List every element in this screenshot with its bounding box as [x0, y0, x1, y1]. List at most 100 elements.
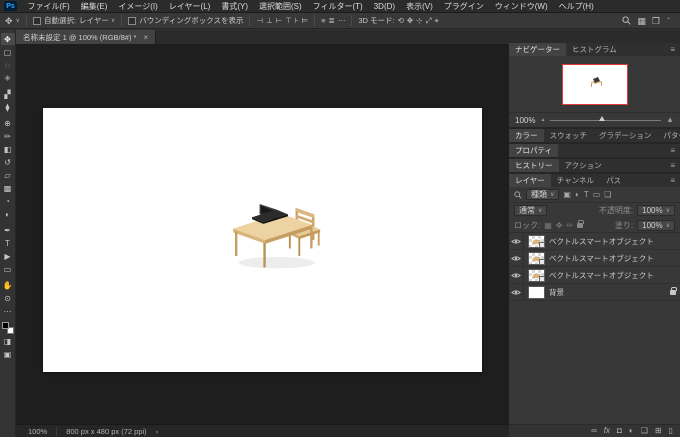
close-icon[interactable]: ×: [143, 33, 148, 42]
foreground-color-swatch[interactable]: [1, 322, 9, 329]
tab-patterns[interactable]: パターン: [657, 129, 680, 142]
menu-window[interactable]: ウィンドウ(W): [489, 0, 553, 13]
shape-tool[interactable]: ▭: [1, 263, 15, 275]
gradient-tool[interactable]: ▩: [1, 182, 15, 194]
menu-layer[interactable]: レイヤー(L): [163, 0, 216, 13]
document-tab[interactable]: 名称未設定 1 @ 100% (RGB/8#) * ×: [16, 30, 157, 44]
menu-select[interactable]: 選択範囲(S): [254, 0, 308, 13]
visibility-eye-icon[interactable]: [509, 233, 524, 249]
fill-dropdown[interactable]: 100% ∨: [637, 219, 675, 231]
3d-scale-icon[interactable]: ⌖: [434, 14, 438, 28]
tab-histogram[interactable]: ヒストグラム: [566, 43, 623, 56]
layer-name[interactable]: ベクトルスマートオブジェクト: [549, 270, 654, 281]
menu-view[interactable]: 表示(V): [401, 0, 439, 13]
healing-brush-tool[interactable]: ⊕: [1, 117, 15, 129]
layer-thumbnail[interactable]: [528, 234, 545, 248]
navigator-zoom-value[interactable]: 100%: [515, 116, 535, 125]
3d-pan-icon[interactable]: ⊹: [416, 14, 422, 28]
align-bottom-icon[interactable]: ⊨: [302, 14, 309, 28]
3d-roll-icon[interactable]: ✥: [407, 14, 413, 28]
menu-edit[interactable]: 編集(E): [75, 0, 113, 13]
tab-channels[interactable]: チャンネル: [551, 174, 600, 187]
chevron-up-icon[interactable]: ⌃: [666, 17, 671, 24]
color-swatches[interactable]: [1, 322, 14, 334]
lock-pixels-icon[interactable]: ✏: [567, 221, 574, 230]
align-left-icon[interactable]: ⊣: [256, 14, 263, 28]
visibility-eye-icon[interactable]: [509, 267, 524, 283]
slider-thumb[interactable]: [599, 115, 606, 121]
crop-tool[interactable]: ▞: [1, 88, 15, 100]
layer-name[interactable]: ベクトルスマートオブジェクト: [549, 253, 654, 264]
layer-name[interactable]: ベクトルスマートオブジェクト: [549, 236, 654, 247]
tab-swatches[interactable]: スウォッチ: [544, 129, 594, 142]
pen-tool[interactable]: ✒: [1, 224, 15, 236]
navigator-zoom-slider[interactable]: [550, 115, 662, 121]
current-tool-icon[interactable]: ✥: [5, 14, 13, 28]
filter-adjustment-icon[interactable]: ◐: [575, 190, 580, 199]
layer-effects-icon[interactable]: fx: [604, 427, 610, 435]
tab-history[interactable]: ヒストリー: [509, 159, 559, 172]
auto-select-dropdown[interactable]: レイヤー ∨: [79, 15, 115, 26]
arrange-documents-icon[interactable]: ❐: [652, 14, 660, 28]
more-align-options-icon[interactable]: ⋯: [338, 14, 346, 28]
layer-mask-icon[interactable]: ◘: [617, 427, 622, 435]
blur-tool[interactable]: ◔: [1, 195, 15, 207]
move-tool[interactable]: ✥: [0, 33, 15, 45]
tab-properties[interactable]: プロパティ: [509, 144, 559, 157]
3d-slide-icon[interactable]: ⤢: [425, 14, 431, 28]
align-center-icon[interactable]: ⊥: [266, 14, 273, 28]
layer-thumbnail[interactable]: [528, 285, 545, 299]
layer-thumbnail[interactable]: [528, 268, 545, 282]
panel-menu-icon[interactable]: ≡: [665, 43, 680, 56]
menu-plugins[interactable]: プラグイン: [438, 0, 489, 13]
filter-pixel-icon[interactable]: ▣: [563, 190, 571, 199]
status-chevron-icon[interactable]: ›: [156, 427, 159, 436]
layer-row[interactable]: ベクトルスマートオブジェクト: [509, 267, 680, 284]
menu-filter[interactable]: フィルター(T): [307, 0, 368, 13]
blend-mode-dropdown[interactable]: 通常 ∨: [514, 205, 548, 216]
history-brush-tool[interactable]: ↺: [1, 156, 15, 168]
lock-position-icon[interactable]: ✥: [556, 221, 563, 230]
lasso-tool[interactable]: ◌: [1, 59, 15, 71]
quick-mask-icon[interactable]: ◨: [1, 335, 15, 347]
filter-type-layer-icon[interactable]: T: [584, 190, 589, 199]
layer-thumbnail[interactable]: [528, 251, 545, 265]
distribute-vertical-icon[interactable]: ≣: [329, 14, 335, 28]
new-layer-icon[interactable]: ⊞: [655, 427, 662, 435]
canvas[interactable]: [43, 108, 482, 372]
search-icon[interactable]: [622, 16, 631, 25]
filter-search-icon[interactable]: [514, 190, 522, 199]
tab-color[interactable]: カラー: [509, 129, 544, 142]
panel-menu-icon[interactable]: ≡: [665, 159, 680, 172]
zoom-out-mountain-icon[interactable]: ▲: [540, 117, 545, 123]
tab-layers[interactable]: レイヤー: [509, 174, 551, 187]
menu-type[interactable]: 書式(Y): [216, 0, 254, 13]
filter-smart-object-icon[interactable]: ❏: [604, 190, 611, 199]
tab-actions[interactable]: アクション: [559, 159, 608, 172]
clone-stamp-tool[interactable]: ◧: [1, 143, 15, 155]
lock-all-icon[interactable]: [577, 219, 585, 228]
magic-wand-tool[interactable]: ✳: [1, 72, 15, 84]
edit-toolbar-icon[interactable]: ⋯: [1, 305, 15, 317]
delete-layer-icon[interactable]: ▯: [669, 427, 673, 435]
filter-shape-icon[interactable]: ▭: [593, 190, 601, 199]
layer-row[interactable]: ベクトルスマートオブジェクト: [509, 233, 680, 250]
panel-menu-icon[interactable]: ≡: [665, 144, 680, 157]
menu-3d[interactable]: 3D(D): [368, 0, 400, 13]
visibility-eye-icon[interactable]: [509, 284, 524, 300]
eraser-tool[interactable]: ▱: [1, 169, 15, 181]
visibility-eye-icon[interactable]: [509, 250, 524, 266]
type-tool[interactable]: T: [1, 237, 15, 249]
tool-preset-chevron-icon[interactable]: ∨: [16, 17, 20, 24]
layer-name[interactable]: 背景: [549, 287, 564, 298]
navigator-thumbnail[interactable]: [561, 63, 628, 105]
distribute-horizontal-icon[interactable]: ≡: [321, 14, 325, 28]
auto-select-checkbox[interactable]: [32, 16, 41, 25]
brush-tool[interactable]: ✏: [1, 130, 15, 142]
hand-tool[interactable]: ✋: [1, 279, 15, 291]
path-select-tool[interactable]: ▶: [1, 250, 15, 262]
layer-row[interactable]: ベクトルスマートオブジェクト: [509, 250, 680, 267]
tab-navigator[interactable]: ナビゲーター: [509, 43, 566, 56]
menu-image[interactable]: イメージ(I): [113, 0, 163, 13]
tab-paths[interactable]: パス: [600, 174, 627, 187]
